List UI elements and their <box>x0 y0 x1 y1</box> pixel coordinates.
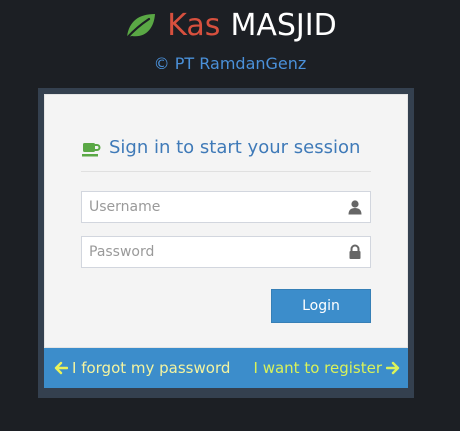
forgot-password-link[interactable]: I forgot my password <box>54 359 230 377</box>
register-link[interactable]: I want to register <box>254 359 400 377</box>
leaf-icon <box>125 13 156 40</box>
login-heading: Sign in to start your session <box>81 137 371 172</box>
brand-header: Kas MASJID <box>0 8 460 48</box>
arrow-right-icon <box>386 361 400 375</box>
password-input[interactable] <box>82 238 348 266</box>
login-button[interactable]: Login <box>271 289 371 323</box>
login-box: Sign in to start your session Login I <box>38 88 414 398</box>
login-heading-text: Sign in to start your session <box>109 137 361 158</box>
username-input[interactable] <box>82 193 348 221</box>
password-field <box>81 236 371 268</box>
login-footer: I forgot my password I want to register <box>44 348 408 388</box>
lock-icon <box>349 244 361 259</box>
brand-name-masjid: MASJID <box>230 8 337 43</box>
username-field <box>81 191 371 223</box>
user-icon <box>348 200 362 215</box>
brand-name-kas: Kas <box>167 8 221 43</box>
login-button-label: Login <box>302 298 340 314</box>
copyright-text: © PT RamdanGenz <box>153 54 307 73</box>
arrow-left-icon <box>54 361 68 375</box>
coffee-cup-icon <box>82 143 101 157</box>
forgot-password-label: I forgot my password <box>72 359 231 377</box>
login-panel: Sign in to start your session Login <box>44 94 408 348</box>
register-label: I want to register <box>253 359 382 377</box>
